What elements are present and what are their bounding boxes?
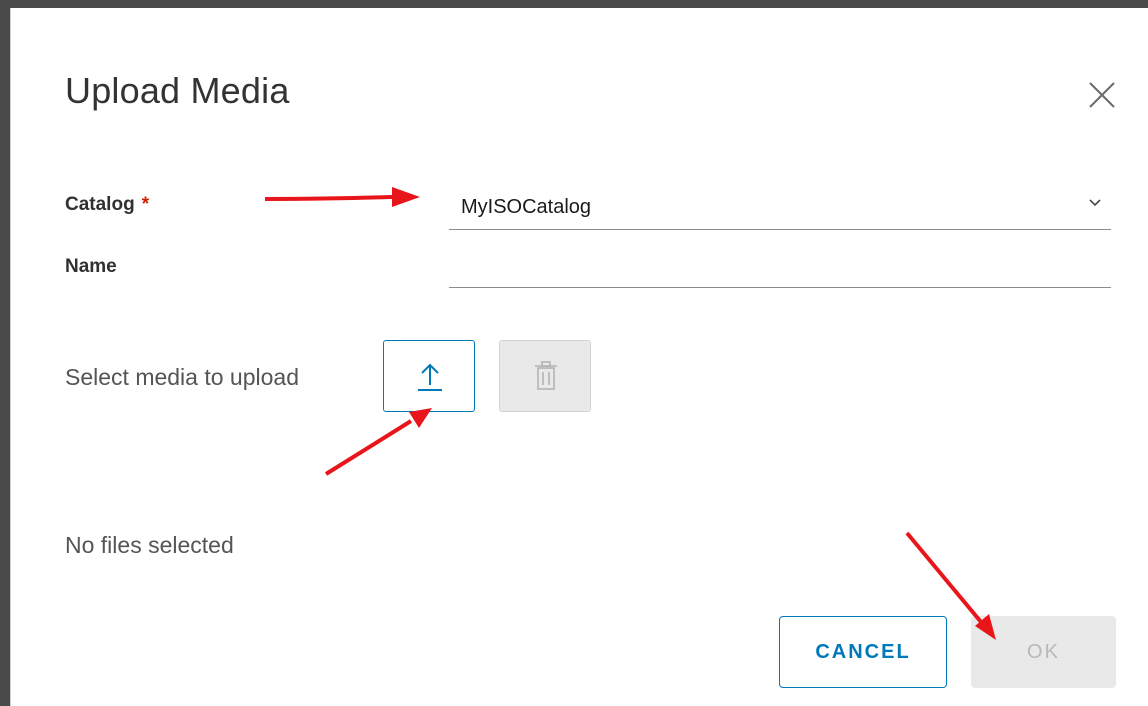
- name-field: [449, 240, 1111, 288]
- cancel-button[interactable]: CANCEL: [779, 616, 947, 688]
- upload-media-dialog: Upload Media Catalog * MyISOCatalog Name …: [10, 8, 1148, 706]
- catalog-select[interactable]: MyISOCatalog: [449, 180, 1111, 230]
- close-button[interactable]: [1085, 78, 1119, 112]
- ok-button[interactable]: OK: [971, 616, 1116, 688]
- trash-icon: [535, 361, 557, 390]
- required-marker: *: [141, 194, 150, 215]
- name-label: Name: [65, 256, 117, 277]
- catalog-label: Catalog *: [65, 194, 149, 216]
- dialog-title: Upload Media: [65, 70, 290, 111]
- file-status: No files selected: [65, 532, 234, 558]
- catalog-select-value: MyISOCatalog: [461, 196, 592, 218]
- upload-arrow-icon: [418, 363, 442, 391]
- chevron-down-icon: [1089, 199, 1101, 207]
- name-input[interactable]: [449, 240, 1111, 287]
- close-icon: [1089, 82, 1115, 108]
- catalog-label-text: Catalog: [65, 194, 135, 215]
- upload-button[interactable]: [383, 340, 475, 412]
- select-media-label: Select media to upload: [65, 364, 299, 390]
- delete-button[interactable]: [499, 340, 591, 412]
